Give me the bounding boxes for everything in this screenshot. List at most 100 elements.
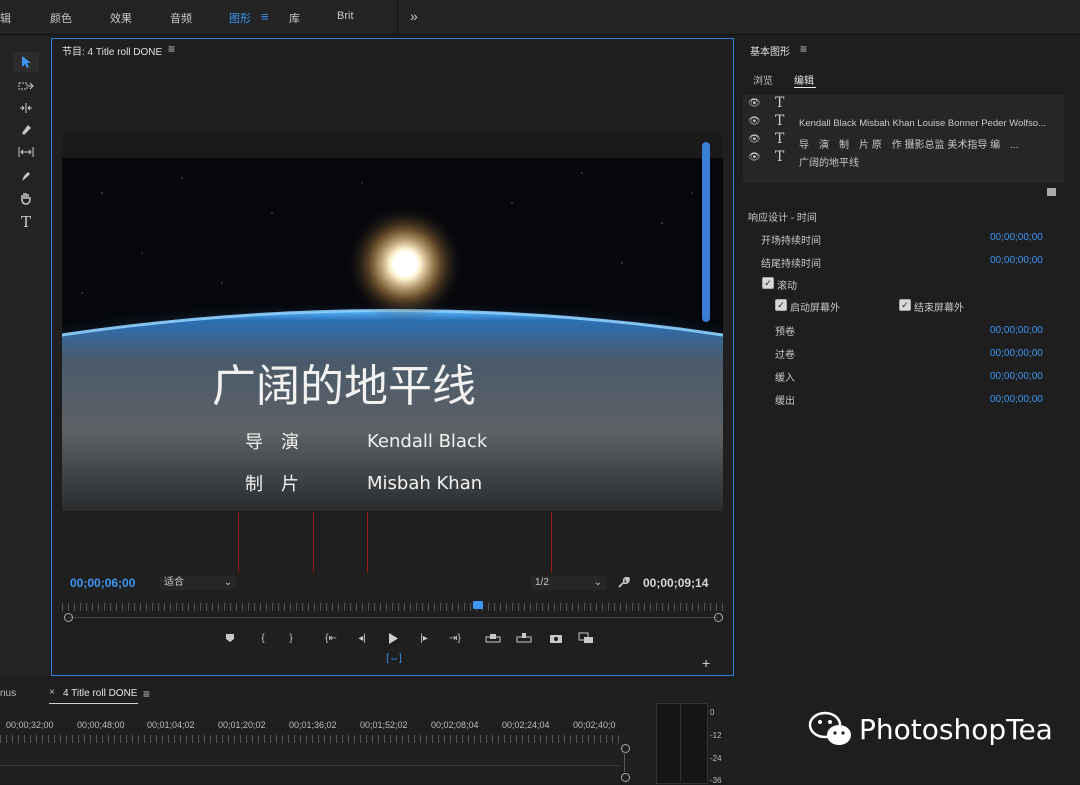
comparison-view-icon[interactable]: [578, 631, 594, 645]
eye-icon[interactable]: 👁: [748, 134, 761, 145]
workspace-tab-libraries[interactable]: 库: [289, 10, 300, 26]
layer-row[interactable]: 👁 T Kendall Black Misbah Khan Louise Bon…: [744, 113, 1064, 132]
workspace-tab-graphics[interactable]: 图形: [229, 10, 251, 26]
tab-browse[interactable]: 浏览: [753, 72, 773, 87]
divider: [397, 0, 398, 34]
zoom-handle-right[interactable]: [714, 613, 723, 622]
step-forward-icon[interactable]: |▸: [416, 631, 432, 645]
add-marker-icon[interactable]: [222, 631, 238, 645]
close-icon[interactable]: ×: [49, 687, 55, 698]
workspace-tab-edit[interactable]: 辑: [0, 10, 11, 26]
timeline-menu-icon[interactable]: ≡: [143, 687, 150, 701]
export-frame-camera-icon[interactable]: [548, 631, 564, 645]
ease-in-value[interactable]: 00;00;00;00: [990, 371, 1043, 382]
layer-label: 广阔的地平线: [799, 158, 859, 169]
ruler-tick-label: 00;02;08;04: [431, 720, 479, 730]
zoom-fit-select[interactable]: 适合 ⌄: [160, 576, 236, 590]
start-offscreen-checkbox[interactable]: ✓: [775, 299, 787, 311]
panel-menu-icon[interactable]: ≡: [800, 42, 807, 56]
more-workspaces-icon[interactable]: »: [410, 8, 418, 24]
trim-toggle-icon[interactable]: [⇔]: [386, 651, 402, 665]
workspace-tab-color[interactable]: 颜色: [50, 10, 72, 26]
vertical-scrollbar[interactable]: [624, 752, 625, 772]
eye-icon[interactable]: 👁: [748, 152, 761, 163]
mark-in-icon[interactable]: {: [255, 631, 271, 645]
duration-timecode: 00;00;09;14: [643, 576, 709, 590]
slip-tool-icon[interactable]: [13, 142, 39, 162]
ease-out-value[interactable]: 00;00;00;00: [990, 394, 1043, 405]
postroll-label: 过卷: [775, 350, 795, 361]
layer-row[interactable]: 👁 T 导 演 制 片 原 作 摄影总监 美术指导 编 ...: [744, 131, 1064, 151]
mark-out-icon[interactable]: }: [283, 631, 299, 645]
title-text: 广阔的地平线: [212, 361, 476, 412]
credit-role-producer: 制 片: [245, 474, 299, 495]
step-back-icon[interactable]: ◂|: [354, 631, 370, 645]
ripple-edit-tool-icon[interactable]: [13, 98, 39, 118]
ruler-tick-label: 00;01;20;02: [218, 720, 266, 730]
type-tool-icon[interactable]: T: [13, 212, 39, 232]
selection-tool-icon[interactable]: [13, 52, 39, 72]
workspace-menu-icon[interactable]: ≡: [261, 9, 269, 24]
go-to-in-icon[interactable]: {⇤: [323, 631, 339, 645]
guide-line: [238, 512, 239, 572]
postroll-value[interactable]: 00;00;00;00: [990, 348, 1043, 359]
end-offscreen-label: 结束屏幕外: [914, 303, 964, 314]
pen-tool-icon[interactable]: [13, 166, 39, 186]
video-frame[interactable]: 广阔的地平线 导 演 Kendall Black 制 片 Misbah Khan: [62, 133, 723, 511]
watermark-text: PhotoshopTea: [859, 713, 1053, 746]
vertical-zoom-handle[interactable]: [621, 744, 630, 753]
ruler-tick-label: 00;01;04;02: [147, 720, 195, 730]
track-divider: [0, 765, 620, 766]
preroll-value[interactable]: 00;00;00;00: [990, 325, 1043, 336]
layer-row[interactable]: 👁 T 广阔的地平线: [744, 149, 1064, 169]
new-layer-icon[interactable]: [1047, 188, 1056, 196]
resolution-select[interactable]: 1/2 ⌄: [531, 576, 606, 590]
add-button-icon[interactable]: +: [702, 655, 710, 671]
timeline-tab-active[interactable]: 4 Title roll DONE: [63, 688, 137, 699]
playhead[interactable]: [473, 601, 484, 609]
meter-divider: [680, 703, 681, 782]
workspace-tab-brit[interactable]: Brit: [337, 10, 354, 22]
intro-duration-label: 开场持续时间: [761, 236, 821, 247]
eye-icon[interactable]: 👁: [748, 116, 761, 127]
ease-in-label: 缓入: [775, 373, 795, 384]
intro-duration-value[interactable]: 00;00;00;00: [990, 232, 1043, 243]
settings-wrench-icon[interactable]: [617, 576, 630, 592]
roll-checkbox[interactable]: ✓: [762, 277, 774, 289]
timeline-tab-prev[interactable]: nus: [0, 688, 16, 699]
roll-label: 滚动: [777, 281, 797, 292]
zoom-handle-left[interactable]: [64, 613, 73, 622]
roll-scrollbar[interactable]: [702, 142, 710, 322]
chevron-down-icon: ⌄: [223, 577, 232, 588]
workspace-tab-effects[interactable]: 效果: [110, 10, 132, 26]
meter-label: 0: [710, 708, 715, 717]
eye-icon[interactable]: 👁: [748, 98, 761, 109]
layer-row[interactable]: 👁 T: [744, 95, 1064, 114]
track-select-tool-icon[interactable]: [13, 76, 39, 96]
current-timecode[interactable]: 00;00;06;00: [70, 576, 135, 590]
chevron-down-icon: ⌄: [593, 577, 602, 588]
zoom-fit-value: 适合: [164, 577, 184, 588]
monitor-menu-icon[interactable]: ≡: [168, 42, 175, 56]
text-layer-icon: T: [775, 113, 785, 129]
monitor-title[interactable]: 节目: 4 Title roll DONE: [62, 43, 162, 58]
end-offscreen-checkbox[interactable]: ✓: [899, 299, 911, 311]
play-icon[interactable]: [385, 631, 401, 645]
lift-icon[interactable]: [485, 631, 501, 645]
time-ruler[interactable]: [62, 603, 723, 611]
ruler-tick-label: 00;00;48;00: [77, 720, 125, 730]
hand-tool-icon[interactable]: [13, 188, 39, 208]
vertical-zoom-handle[interactable]: [621, 773, 630, 782]
guide-line: [367, 512, 368, 572]
meter-label: -24: [710, 754, 722, 763]
tab-edit[interactable]: 编辑: [794, 72, 814, 87]
start-offscreen-label: 启动屏幕外: [790, 303, 840, 314]
zoom-scrollbar-track[interactable]: [68, 617, 718, 618]
extract-icon[interactable]: [516, 631, 532, 645]
workspace-tab-audio[interactable]: 音频: [170, 10, 192, 26]
razor-tool-icon[interactable]: [13, 120, 39, 140]
resolution-value: 1/2: [535, 577, 549, 588]
go-to-out-icon[interactable]: ⇥}: [447, 631, 463, 645]
timeline-ruler[interactable]: [0, 735, 620, 743]
outro-duration-value[interactable]: 00;00;00;00: [990, 255, 1043, 266]
